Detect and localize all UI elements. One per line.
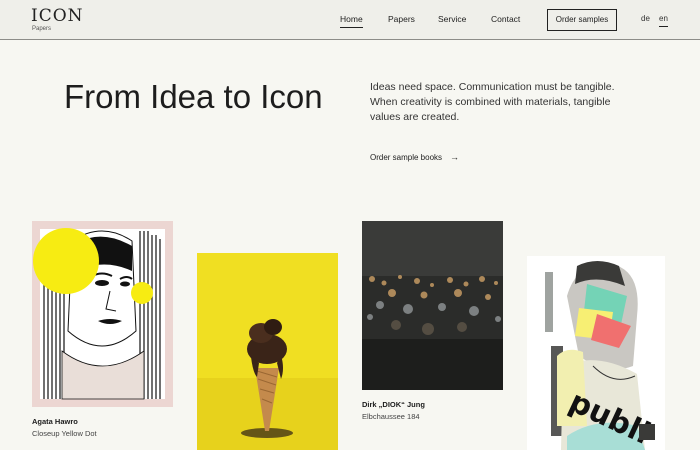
ice-cream-photo xyxy=(197,253,338,450)
work-title: Closeup Yellow Dot xyxy=(32,429,97,438)
language-de[interactable]: de xyxy=(641,14,650,23)
order-sample-books-link[interactable]: Order sample books → xyxy=(370,152,459,162)
language-en[interactable]: en xyxy=(659,14,668,27)
logo[interactable]: ICON Papers xyxy=(31,8,84,33)
work-title: Elbchaussee 184 xyxy=(362,412,420,421)
nav-service[interactable]: Service xyxy=(438,14,466,24)
work-image-agata-hawro[interactable] xyxy=(32,221,173,407)
nav-contact[interactable]: Contact xyxy=(491,14,520,24)
site-header: ICON Papers Home Papers Service Contact … xyxy=(0,0,700,40)
logo-wordmark: ICON xyxy=(31,6,84,26)
nav-papers[interactable]: Papers xyxy=(388,14,415,24)
work-image-collage[interactable]: publi xyxy=(527,256,665,450)
night-city-photo xyxy=(362,221,503,390)
collage-portrait-artwork: publi xyxy=(527,256,665,450)
arrow-right-icon: → xyxy=(450,152,460,162)
work-image-night-city[interactable] xyxy=(362,221,503,390)
work-author: Dirk „DIOK“ Jung xyxy=(362,400,425,409)
illustrated-portrait-artwork xyxy=(32,221,173,407)
order-sample-books-label: Order sample books xyxy=(370,153,443,162)
order-samples-button[interactable]: Order samples xyxy=(547,9,617,31)
work-author: Agata Hawro xyxy=(32,417,78,426)
hero-title: From Idea to Icon xyxy=(64,78,323,115)
hero-description: Ideas need space. Communication must be … xyxy=(370,81,615,123)
nav-home[interactable]: Home xyxy=(340,14,363,28)
work-image-ice-cream[interactable] xyxy=(197,253,338,450)
logo-subtitle: Papers xyxy=(32,26,52,32)
